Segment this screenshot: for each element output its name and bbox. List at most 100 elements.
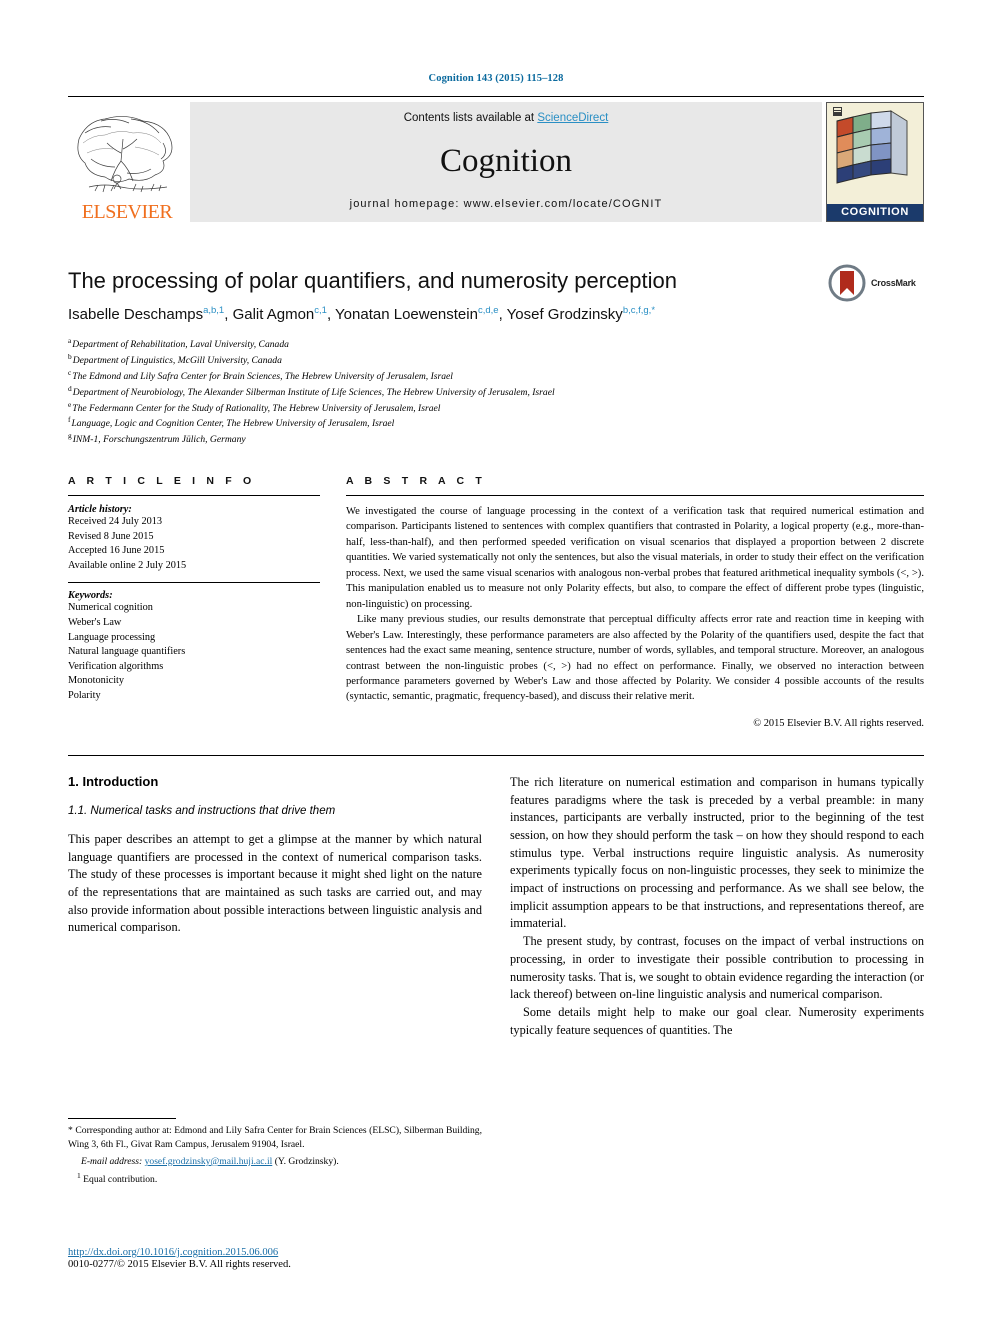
author-separator: , xyxy=(326,306,336,324)
email-link[interactable]: yosef.grodzinsky@mail.huji.ac.il xyxy=(145,1156,273,1167)
footnote-corresponding-author: * Corresponding author at: Edmond and Li… xyxy=(68,1125,482,1150)
body-columns: 1. Introduction 1.1. Numerical tasks and… xyxy=(68,774,924,1040)
doi-link[interactable]: http://dx.doi.org/10.1016/j.cognition.20… xyxy=(68,1247,482,1258)
footnote-rule xyxy=(68,1118,176,1119)
keyword-item: Weber's Law xyxy=(68,617,122,629)
abstract-rule xyxy=(346,494,924,496)
abstract-column: A B S T R A C T We investigated the cour… xyxy=(346,475,924,729)
journal-band: Contents lists available at ScienceDirec… xyxy=(190,102,822,222)
footnote-block: * Corresponding author at: Edmond and Li… xyxy=(68,1118,482,1187)
body-column-right: The rich literature on numerical estimat… xyxy=(510,774,924,1040)
doi-block: http://dx.doi.org/10.1016/j.cognition.20… xyxy=(68,1247,482,1270)
title-block: The processing of polar quantifiers, and… xyxy=(68,264,924,323)
affiliation-item: gINM-1, Forschungszentrum Jülich, German… xyxy=(68,431,924,447)
article-info-heading: A R T I C L E I N F O xyxy=(68,474,256,487)
cognition-badge-label: COGNITION xyxy=(827,204,923,221)
cover-blocks-icon xyxy=(827,103,923,191)
affiliation-list: aDepartment of Rehabilitation, Laval Uni… xyxy=(68,336,924,447)
affiliation-item: eThe Federmann Center for the Study of R… xyxy=(68,400,924,416)
abstract-heading: A B S T R A C T xyxy=(346,474,486,487)
subsection-heading: 1.1. Numerical tasks and instructions th… xyxy=(68,804,336,817)
contents-prefix: Contents lists available at xyxy=(403,112,538,124)
keyword-item: Numerical cognition xyxy=(68,602,153,614)
author-affiliation-marker: b,c,f,g,* xyxy=(622,305,656,317)
page-title: The processing of polar quantifiers, and… xyxy=(68,268,678,293)
article-history-item: Received 24 July 2013 xyxy=(68,515,163,527)
issn-copyright-line: 0010-0277/© 2015 Elsevier B.V. All right… xyxy=(68,1259,291,1270)
article-history-item: Revised 8 June 2015 xyxy=(68,530,154,542)
journal-article-page: Cognition 143 (2015) 115–128 ELSEVIER Co… xyxy=(0,0,992,1323)
running-head: Cognition 143 (2015) 115–128 xyxy=(428,73,564,84)
body-paragraph: The rich literature on numerical estimat… xyxy=(510,774,924,931)
footnote-equal-contribution: 1 Equal contribution. xyxy=(68,1171,482,1187)
affiliation-item: dDepartment of Neurobiology, The Alexand… xyxy=(68,384,924,400)
author-name: Yosef Grodzinsky xyxy=(506,306,623,324)
affiliation-item: aDepartment of Rehabilitation, Laval Uni… xyxy=(68,336,924,352)
author-name: Isabelle Deschamps xyxy=(68,306,204,324)
article-history-label: Article history: xyxy=(68,503,132,515)
cognition-cover-badge: COGNITION xyxy=(826,102,924,222)
abstract-copyright: © 2015 Elsevier B.V. All rights reserved… xyxy=(753,717,924,729)
affiliation-text: Department of Rehabilitation, Laval Univ… xyxy=(72,339,289,351)
cognition-cover-art xyxy=(827,103,923,204)
affiliation-item: cThe Edmond and Lily Safra Center for Br… xyxy=(68,368,924,384)
journal-homepage[interactable]: journal homepage: www.elsevier.com/locat… xyxy=(350,198,663,210)
body-paragraph: The present study, by contrast, focuses … xyxy=(510,934,924,1002)
affiliation-text: Department of Linguistics, McGill Univer… xyxy=(72,355,282,367)
affiliation-marker: a xyxy=(68,336,72,346)
footnote-email: E-mail address: yosef.grodzinsky@mail.hu… xyxy=(68,1155,482,1169)
abstract-paragraph: Like many previous studies, our results … xyxy=(346,614,924,703)
author-entry: Galit Agmonc,1, xyxy=(233,305,336,324)
abstract-paragraph: We investigated the course of language p… xyxy=(346,505,924,610)
keyword-item: Polarity xyxy=(68,690,101,702)
affiliation-marker: g xyxy=(68,431,72,441)
affiliation-marker: e xyxy=(68,399,72,409)
article-info-column: A R T I C L E I N F O Article history: R… xyxy=(68,475,320,729)
author-separator: , xyxy=(498,306,507,324)
article-info-rule xyxy=(68,494,320,496)
affiliation-marker: d xyxy=(68,383,72,393)
keyword-item: Natural language quantifiers xyxy=(68,646,186,658)
crossmark-badge[interactable]: CrossMark xyxy=(828,262,924,304)
keywords-label: Keywords: xyxy=(68,590,113,602)
affiliation-text: The Edmond and Lily Safra Center for Bra… xyxy=(72,371,453,383)
author-entry: Yonatan Loewensteinc,d,e, xyxy=(335,305,507,324)
affiliation-text: The Federmann Center for the Study of Ra… xyxy=(72,402,441,414)
footnote-marker: 1 xyxy=(77,1170,81,1180)
affiliation-item: fLanguage, Logic and Cognition Center, T… xyxy=(68,415,924,431)
email-label: E-mail address: xyxy=(81,1155,143,1167)
sciencedirect-link[interactable]: ScienceDirect xyxy=(537,112,608,124)
info-abstract-region: A R T I C L E I N F O Article history: R… xyxy=(68,475,924,729)
article-history-item: Accepted 16 June 2015 xyxy=(68,545,165,557)
article-history-item: Available online 2 July 2015 xyxy=(68,559,187,571)
contents-line: Contents lists available at ScienceDirec… xyxy=(404,112,609,124)
elsevier-logo: ELSEVIER xyxy=(68,102,186,222)
body-paragraph: This paper describes an attempt to get a… xyxy=(68,831,482,935)
author-affiliation-marker: c,1 xyxy=(314,305,327,317)
body-paragraph: Some details might help to make our goal… xyxy=(510,1005,924,1037)
author-list: Isabelle Deschampsa,b,1, Galit Agmonc,1,… xyxy=(68,305,924,323)
keyword-item: Verification algorithms xyxy=(68,660,164,672)
keyword-item: Language processing xyxy=(68,631,156,643)
journal-title: Cognition xyxy=(439,142,573,179)
email-owner: (Y. Grodzinsky). xyxy=(274,1155,339,1167)
affiliation-text: Language, Logic and Cognition Center, Th… xyxy=(71,418,395,430)
crossmark-label: CrossMark xyxy=(871,278,916,288)
author-affiliation-marker: a,b,1 xyxy=(203,305,225,317)
author-separator: , xyxy=(224,306,233,324)
footnote-text: Equal contribution. xyxy=(83,1173,158,1185)
affiliation-marker: c xyxy=(68,367,72,377)
keyword-item: Monotonicity xyxy=(68,675,125,687)
affiliation-text: INM-1, Forschungszentrum Jülich, Germany xyxy=(72,434,246,446)
elsevier-tree-icon xyxy=(77,116,173,193)
elsevier-wordmark: ELSEVIER xyxy=(81,201,173,223)
body-separator-rule xyxy=(68,754,924,756)
author-name: Yonatan Loewenstein xyxy=(335,306,478,324)
affiliation-item: bDepartment of Linguistics, McGill Unive… xyxy=(68,352,924,368)
body-column-left: 1. Introduction 1.1. Numerical tasks and… xyxy=(68,774,482,1040)
abstract-body: We investigated the course of language p… xyxy=(346,504,924,705)
section-heading-introduction: 1. Introduction xyxy=(68,773,159,789)
journal-masthead: ELSEVIER Contents lists available at Sci… xyxy=(68,96,924,222)
author-affiliation-marker: c,d,e xyxy=(477,305,499,317)
author-entry: Yosef Grodzinskyb,c,f,g,* xyxy=(506,305,656,324)
